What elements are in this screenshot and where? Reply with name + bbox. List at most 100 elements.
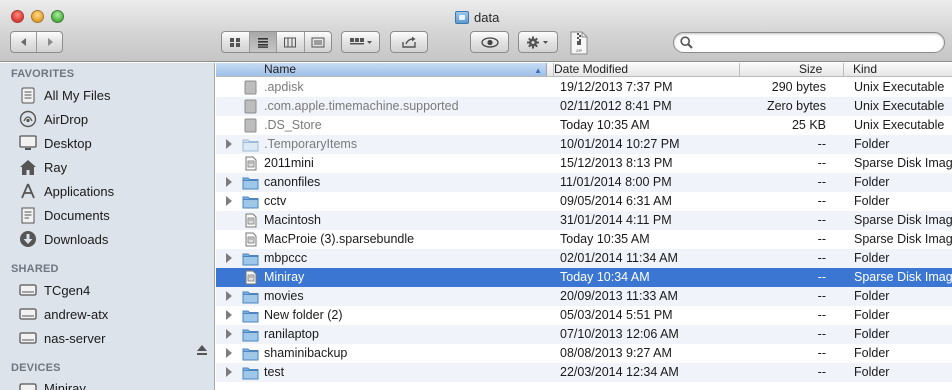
- disk-image-icon: [242, 213, 259, 228]
- sidebar-item-documents[interactable]: Documents: [18, 204, 110, 226]
- file-date-modified: 19/12/2013 7:37 PM: [560, 80, 673, 94]
- sidebar-item-ray[interactable]: Ray: [18, 156, 67, 178]
- desktop-icon: [18, 134, 37, 152]
- sidebar-item-label: TCgen4: [44, 282, 91, 298]
- file-size: --: [817, 137, 826, 151]
- sidebar-item-andrew-atx[interactable]: andrew-atx: [18, 303, 108, 325]
- file-kind: Unix Executable: [854, 99, 945, 113]
- arrange-button[interactable]: [341, 31, 380, 53]
- file-date-modified: 08/08/2013 9:27 AM: [560, 346, 672, 360]
- sidebar-item-desktop[interactable]: Desktop: [18, 132, 92, 154]
- disclosure-triangle-icon[interactable]: [226, 367, 232, 377]
- sidebar-item-nas-server[interactable]: nas-server: [18, 327, 105, 349]
- file-name: Macintosh: [264, 213, 321, 227]
- file-name: mbpccc: [264, 251, 308, 265]
- disclosure-triangle-icon[interactable]: [226, 253, 232, 263]
- file-date-modified: 15/12/2013 8:13 PM: [560, 156, 673, 170]
- sidebar-item-downloads[interactable]: Downloads: [18, 228, 108, 250]
- sidebar: FAVORITES All My Files AirDrop Desktop R…: [0, 63, 215, 390]
- disclosure-triangle-icon[interactable]: [226, 291, 232, 301]
- file-kind: Sparse Disk Imag: [854, 270, 952, 284]
- forward-button[interactable]: [36, 32, 62, 52]
- table-row[interactable]: MacProie (3).sparsebundle Today 10:35 AM -…: [216, 230, 952, 249]
- table-row[interactable]: Macintosh 31/01/2014 4:11 PM -- Sparse Disk…: [216, 211, 952, 230]
- table-row[interactable]: canonfiles 11/01/2014 8:00 PM -- Folder: [216, 173, 952, 192]
- sidebar-item-all-my-files[interactable]: All My Files: [18, 84, 110, 106]
- arrange-segment: [342, 32, 379, 52]
- table-row[interactable]: New folder (2) 05/03/2014 5:51 PM -- Folder: [216, 306, 952, 325]
- window-title: data: [455, 9, 499, 25]
- search-input[interactable]: [696, 35, 936, 50]
- folder-icon: [242, 308, 259, 323]
- table-row[interactable]: shaminibackup 08/08/2013 9:27 AM -- Folder: [216, 344, 952, 363]
- action-menu-button[interactable]: [518, 31, 558, 53]
- file-kind: Folder: [854, 137, 890, 151]
- minimize-window-button[interactable]: [31, 10, 44, 23]
- icon-view-button[interactable]: [222, 32, 249, 52]
- table-row[interactable]: test 22/03/2014 12:34 AM -- Folder: [216, 363, 952, 382]
- share-button[interactable]: [390, 31, 428, 53]
- disclosure-triangle-icon[interactable]: [226, 348, 232, 358]
- table-row[interactable]: .apdisk 19/12/2013 7:37 PM 290 bytes Unix E…: [216, 78, 952, 97]
- kind-column-header[interactable]: Kind: [853, 63, 877, 76]
- server-icon: [18, 281, 37, 299]
- sidebar-item-applications[interactable]: Applications: [18, 180, 114, 202]
- sidebar-item-label: Ray: [44, 159, 68, 175]
- disk-icon: [18, 379, 37, 390]
- sidebar-item-miniray[interactable]: Miniray: [18, 377, 86, 390]
- quick-look-segment: [471, 32, 508, 52]
- file-date-modified: 10/01/2014 10:27 PM: [560, 137, 680, 151]
- file-kind: Unix Executable: [854, 80, 945, 94]
- eject-icon[interactable]: [196, 344, 208, 356]
- zoom-window-button[interactable]: [51, 10, 64, 23]
- disclosure-triangle-icon[interactable]: [226, 177, 232, 187]
- column-view-button[interactable]: [276, 32, 304, 52]
- server-icon: [18, 329, 37, 347]
- file-name: shaminibackup: [264, 346, 348, 360]
- file-kind: Unix Executable: [854, 118, 945, 132]
- table-row[interactable]: movies 20/09/2013 11:33 AM -- Folder: [216, 287, 952, 306]
- table-row[interactable]: .com.apple.timemachine.supported 02/11/20…: [216, 97, 952, 116]
- sidebar-heading-favorites: FAVORITES: [11, 68, 75, 80]
- table-row[interactable]: cctv 09/05/2014 6:31 AM -- Folder: [216, 192, 952, 211]
- folder-icon: [242, 194, 259, 209]
- table-row[interactable]: 2011mini 15/12/2013 8:13 PM -- Sparse Disk …: [216, 154, 952, 173]
- folder-icon: [242, 327, 259, 342]
- share-segment: [391, 32, 427, 52]
- table-row[interactable]: .DS_Store Today 10:35 AM 25 KB Unix Executa…: [216, 116, 952, 135]
- close-window-button[interactable]: [11, 10, 24, 23]
- table-row[interactable]: Miniray Today 10:34 AM -- Sparse Disk Imag: [216, 268, 952, 287]
- disclosure-triangle-icon[interactable]: [226, 329, 232, 339]
- file-date-modified: 07/10/2013 12:06 AM: [560, 327, 679, 341]
- server-icon: [18, 305, 37, 323]
- table-row[interactable]: ranilaptop 07/10/2013 12:06 AM -- Folder: [216, 325, 952, 344]
- sidebar-item-tcgen4[interactable]: TCgen4: [18, 279, 90, 301]
- table-row[interactable]: .TemporaryItems 10/01/2014 10:27 PM -- Fold…: [216, 135, 952, 154]
- file-date-modified: 02/11/2012 8:41 PM: [560, 99, 672, 113]
- archive-zip-icon[interactable]: ZIP: [570, 31, 588, 55]
- disclosure-triangle-icon[interactable]: [226, 139, 232, 149]
- column-divider[interactable]: [739, 63, 740, 77]
- back-button[interactable]: [11, 32, 36, 52]
- disk-image-icon: [242, 270, 259, 285]
- search-field[interactable]: [673, 32, 945, 53]
- file-size: --: [817, 327, 826, 341]
- quick-look-button[interactable]: [470, 31, 509, 53]
- disclosure-triangle-icon[interactable]: [226, 310, 232, 320]
- date-column-header[interactable]: Date Modified: [554, 63, 628, 76]
- name-column-header[interactable]: Name ▲: [216, 63, 547, 76]
- column-divider[interactable]: [843, 63, 844, 77]
- eye-icon: [480, 36, 499, 48]
- table-row[interactable]: mbpccc 02/01/2014 11:34 AM -- Folder: [216, 249, 952, 268]
- list-view-button[interactable]: [248, 32, 276, 52]
- file-kind: Folder: [854, 289, 890, 303]
- sidebar-item-label: Miniray: [44, 380, 86, 390]
- coverflow-view-button[interactable]: [303, 32, 332, 52]
- file-date-modified: 09/05/2014 6:31 AM: [560, 194, 672, 208]
- file-date-modified: 11/01/2014 8:00 PM: [560, 175, 672, 189]
- file-kind: Folder: [854, 175, 890, 189]
- disclosure-triangle-icon[interactable]: [226, 196, 232, 206]
- file-size: --: [817, 308, 826, 322]
- size-column-header[interactable]: Size: [799, 63, 822, 76]
- sidebar-item-airdrop[interactable]: AirDrop: [18, 108, 88, 130]
